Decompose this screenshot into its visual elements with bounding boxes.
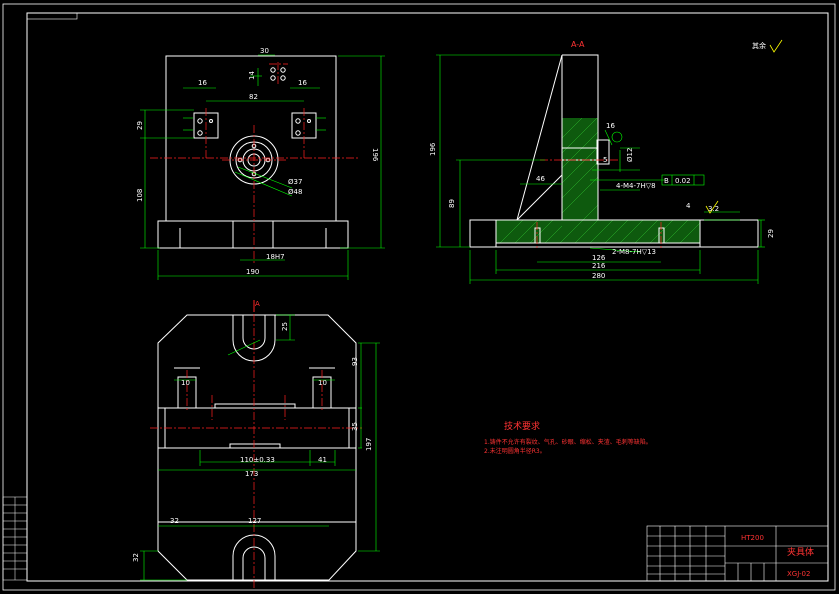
sv-dim-216: 216 [592, 262, 606, 270]
tv-dim-93: 93 [351, 357, 359, 366]
drawing-number-text: XGJ-02 [787, 570, 810, 578]
fv-dim-14: 14 [248, 71, 256, 80]
sv-dim-196: 196 [429, 142, 437, 156]
sv-dim-12: Ø12 [626, 148, 634, 162]
roughness-note: 其余 [752, 41, 766, 50]
tv-dim-197: 197 [365, 438, 373, 451]
section-title: A-A [571, 40, 585, 49]
corner-label-box [26, 12, 78, 20]
left-archive-strip [2, 496, 28, 581]
top-view: A 25 93 35 197 10 10 110±0.33 41 173 32 … [132, 300, 380, 590]
sv-dim-5: 5 [603, 156, 607, 164]
sv-dim-16: 16 [606, 122, 615, 130]
sv-dim-29: 29 [767, 229, 775, 238]
sv-dim-32: 3.2 [708, 205, 719, 213]
technical-requirements: 技术要求 1.铸件不允许有裂纹、气孔、砂眼、缩松、夹渣、毛刺等缺陷。 2.未注明… [484, 420, 652, 455]
sheet-outer-border [2, 3, 836, 591]
sv-hole-m8: 2-M8-7H▽13 [612, 248, 656, 256]
fv-dim-30: 30 [260, 47, 269, 55]
sv-dim-46: 46 [536, 175, 545, 183]
sheet-inner-border [26, 12, 829, 582]
fv-dim-82: 82 [249, 93, 258, 101]
front-view: 30 16 16 14 82 29 108 196 Ø37 Ø48 18H7 1… [136, 47, 385, 280]
material-text: HT200 [741, 534, 764, 542]
tv-dim-32b: 32 [132, 553, 140, 562]
fv-dim-37: Ø37 [288, 178, 302, 186]
fv-dim-29: 29 [136, 121, 144, 130]
tech-req-item-1: 1.铸件不允许有裂纹、气孔、砂眼、缩松、夹渣、毛刺等缺陷。 [484, 438, 652, 446]
fv-dim-48: Ø48 [288, 188, 302, 196]
sv-dim-89: 89 [448, 199, 456, 208]
tv-dim-173: 173 [245, 470, 258, 478]
drawing-sheet: 30 16 16 14 82 29 108 196 Ø37 Ø48 18H7 1… [2, 3, 836, 591]
fv-dim-16b: 16 [298, 79, 307, 87]
sv-dim-280: 280 [592, 272, 605, 280]
tv-dim-41: 41 [318, 456, 327, 464]
tv-dim-35: 35 [351, 422, 359, 431]
tv-dim-25: 25 [281, 322, 289, 331]
sv-datum-b: B [664, 177, 669, 185]
tech-req-heading: 技术要求 [504, 420, 540, 432]
fv-dim-16a: 16 [198, 79, 207, 87]
tech-req-item-2: 2.未注明圆角半径R3。 [484, 447, 546, 455]
tv-dim-10a: 10 [181, 379, 190, 387]
fv-dim-190: 190 [246, 268, 259, 276]
tv-dim-127: 127 [248, 517, 261, 525]
section-mark-a: A [255, 300, 260, 308]
sv-hole-m4: 4-M4-7H▽8 [616, 182, 656, 190]
title-block: HT200 夹具体 XGJ-02 [646, 525, 829, 582]
tv-dim-32a: 32 [170, 517, 179, 525]
fv-dim-108: 108 [136, 189, 144, 202]
fv-dim-196: 196 [371, 148, 379, 162]
sv-dim-4: 4 [686, 202, 691, 210]
sv-dim-126: 126 [592, 254, 606, 262]
tv-dim-10b: 10 [318, 379, 327, 387]
sv-tolerance: 0.02 [675, 177, 691, 185]
fv-dim-18h7: 18H7 [266, 253, 285, 261]
tv-dim-110: 110±0.33 [240, 456, 275, 464]
part-name-text: 夹具体 [787, 546, 814, 558]
section-view: A-A 其余 196 89 46 4 3.2 29 126 216 280 2-… [429, 39, 783, 284]
